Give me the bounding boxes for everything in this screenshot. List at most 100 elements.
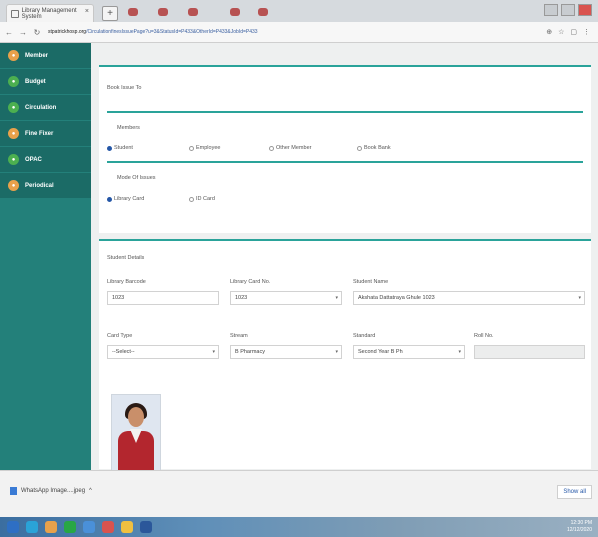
system-tray: 12:30 PM 12/12/2020 xyxy=(567,520,592,534)
close-window-icon[interactable] xyxy=(578,4,592,16)
firefox-icon[interactable] xyxy=(45,521,57,533)
library-card-label: Library Card No. xyxy=(230,279,271,285)
reload-icon[interactable]: ↻ xyxy=(32,28,42,37)
sidebar-item-label: OPAC xyxy=(25,156,42,163)
back-icon[interactable]: ← xyxy=(4,28,14,37)
taskbar-preview-icon xyxy=(188,8,198,16)
student-name-label: Student Name xyxy=(353,279,389,285)
standard-select[interactable]: Second Year B Ph ▾ xyxy=(353,345,465,359)
sidebar-item-budget[interactable]: ● Budget xyxy=(0,69,91,94)
address-bar: ← → ↻ stpatrickhosp.org/Circulationfines… xyxy=(0,22,598,43)
sidebar-item-fine-fixer[interactable]: ● Fine Fixer xyxy=(0,121,91,146)
radio-student[interactable]: Student xyxy=(107,145,133,151)
folder-icon[interactable] xyxy=(121,521,133,533)
radio-label: Other Member xyxy=(276,145,312,151)
student-details-heading: Student Details xyxy=(107,255,145,261)
photo-face xyxy=(128,407,144,427)
library-card-value: 1023 xyxy=(235,295,248,301)
taskbar-preview-icon xyxy=(128,8,138,16)
book-issue-to-label: Book Issue To xyxy=(107,85,142,91)
sidebar-item-label: Budget xyxy=(25,78,46,85)
word-icon[interactable] xyxy=(140,521,152,533)
menu-icon[interactable]: ⋮ xyxy=(583,28,590,36)
page-favicon-icon xyxy=(11,9,19,18)
radio-selected-icon xyxy=(107,196,112,202)
download-file-name: WhatsApp Image....jpeg xyxy=(21,488,86,494)
book-issue-card: Book Issue To Members Student Employee O… xyxy=(99,65,591,233)
sidebar-item-opac[interactable]: ● OPAC xyxy=(0,147,91,172)
sidebar-item-circulation[interactable]: ● Circulation xyxy=(0,95,91,120)
start-icon[interactable] xyxy=(7,521,19,533)
members-label: Members xyxy=(117,125,140,131)
browser-tab[interactable]: Library Management System × xyxy=(6,4,94,22)
radio-other-member[interactable]: Other Member xyxy=(269,145,311,151)
student-name-select[interactable]: Akshata Dattatraya Ghule 1023 ▾ xyxy=(353,291,585,305)
library-card-select[interactable]: 1023 ▾ xyxy=(230,291,342,305)
radio-library-card[interactable]: Library Card xyxy=(107,196,144,202)
main-content: Book Issue To Members Student Employee O… xyxy=(91,43,598,470)
forward-icon[interactable]: → xyxy=(18,28,28,37)
close-tab-icon[interactable]: × xyxy=(85,8,89,15)
standard-label: Standard xyxy=(353,333,376,339)
media-icon[interactable] xyxy=(102,521,114,533)
show-all-button[interactable]: Show all xyxy=(557,485,592,499)
fine-icon: ● xyxy=(8,128,19,139)
clock-time: 12:30 PM xyxy=(570,520,592,526)
browser-toolbar: ⊕ ☆ ▢ ⋮ xyxy=(546,28,590,36)
explorer-icon[interactable] xyxy=(83,521,95,533)
url-field[interactable]: stpatrickhosp.org/CirculationfinesIssueP… xyxy=(48,26,508,39)
bookmark-star-icon[interactable]: ☆ xyxy=(558,28,564,36)
radio-empty-icon xyxy=(189,145,194,151)
radio-label: Book Bank xyxy=(364,145,391,151)
url-path: /CirculationfinesIssuePage?u=3&StatusId=… xyxy=(86,28,258,35)
stream-value: B Pharmacy xyxy=(235,349,265,355)
radio-employee[interactable]: Employee xyxy=(189,145,220,151)
section-divider xyxy=(99,65,591,67)
url-host: stpatrickhosp.org xyxy=(48,28,87,35)
library-barcode-label: Library Barcode xyxy=(107,279,146,285)
extensions-icon[interactable]: ▢ xyxy=(570,28,577,36)
periodical-icon: ● xyxy=(8,180,19,191)
opac-icon: ● xyxy=(8,154,19,165)
sidebar-item-periodical[interactable]: ● Periodical xyxy=(0,173,91,198)
radio-book-bank[interactable]: Book Bank xyxy=(357,145,391,151)
chevron-down-icon: ▾ xyxy=(578,295,581,301)
stream-label: Stream xyxy=(230,333,248,339)
sidebar-item-label: Fine Fixer xyxy=(25,130,54,137)
minimize-icon[interactable] xyxy=(544,4,558,16)
radio-empty-icon xyxy=(357,145,362,151)
sidebar-item-member[interactable]: ● Member xyxy=(0,43,91,68)
roll-no-input[interactable] xyxy=(474,345,585,359)
section-divider xyxy=(99,239,591,241)
library-barcode-input[interactable]: 1023 xyxy=(107,291,219,305)
radio-selected-icon xyxy=(107,145,112,151)
budget-icon: ● xyxy=(8,76,19,87)
card-type-value: --Select-- xyxy=(112,349,135,355)
ie-icon[interactable] xyxy=(26,521,38,533)
taskbar-preview-icon xyxy=(258,8,268,16)
student-photo xyxy=(111,394,161,476)
section-divider xyxy=(107,161,583,163)
roll-no-label: Roll No. xyxy=(474,333,494,339)
chevron-down-icon: ▾ xyxy=(335,349,338,355)
sidebar: ● Member ● Budget ● Circulation ● Fine F… xyxy=(0,43,91,470)
radio-label: Student xyxy=(114,145,133,151)
radio-label: Library Card xyxy=(114,196,145,202)
circulation-icon: ● xyxy=(8,102,19,113)
chrome-icon[interactable] xyxy=(64,521,76,533)
zoom-icon[interactable]: ⊕ xyxy=(546,28,552,36)
download-item[interactable]: WhatsApp Image....jpeg ^ xyxy=(10,487,92,495)
radio-id-card[interactable]: ID Card xyxy=(189,196,215,202)
sidebar-item-label: Member xyxy=(25,52,49,59)
radio-empty-icon xyxy=(269,145,274,151)
sidebar-item-label: Periodical xyxy=(25,182,54,189)
chevron-down-icon: ▾ xyxy=(335,295,338,301)
member-icon: ● xyxy=(8,50,19,61)
new-tab-button[interactable]: + xyxy=(102,6,118,21)
downloads-bar: WhatsApp Image....jpeg ^ Show all xyxy=(0,470,598,518)
maximize-icon[interactable] xyxy=(561,4,575,16)
chevron-up-icon[interactable]: ^ xyxy=(89,488,92,494)
stream-select[interactable]: B Pharmacy ▾ xyxy=(230,345,342,359)
card-type-select[interactable]: --Select-- ▾ xyxy=(107,345,219,359)
student-details-card: Student Details Library Barcode 1023 Lib… xyxy=(99,239,591,469)
